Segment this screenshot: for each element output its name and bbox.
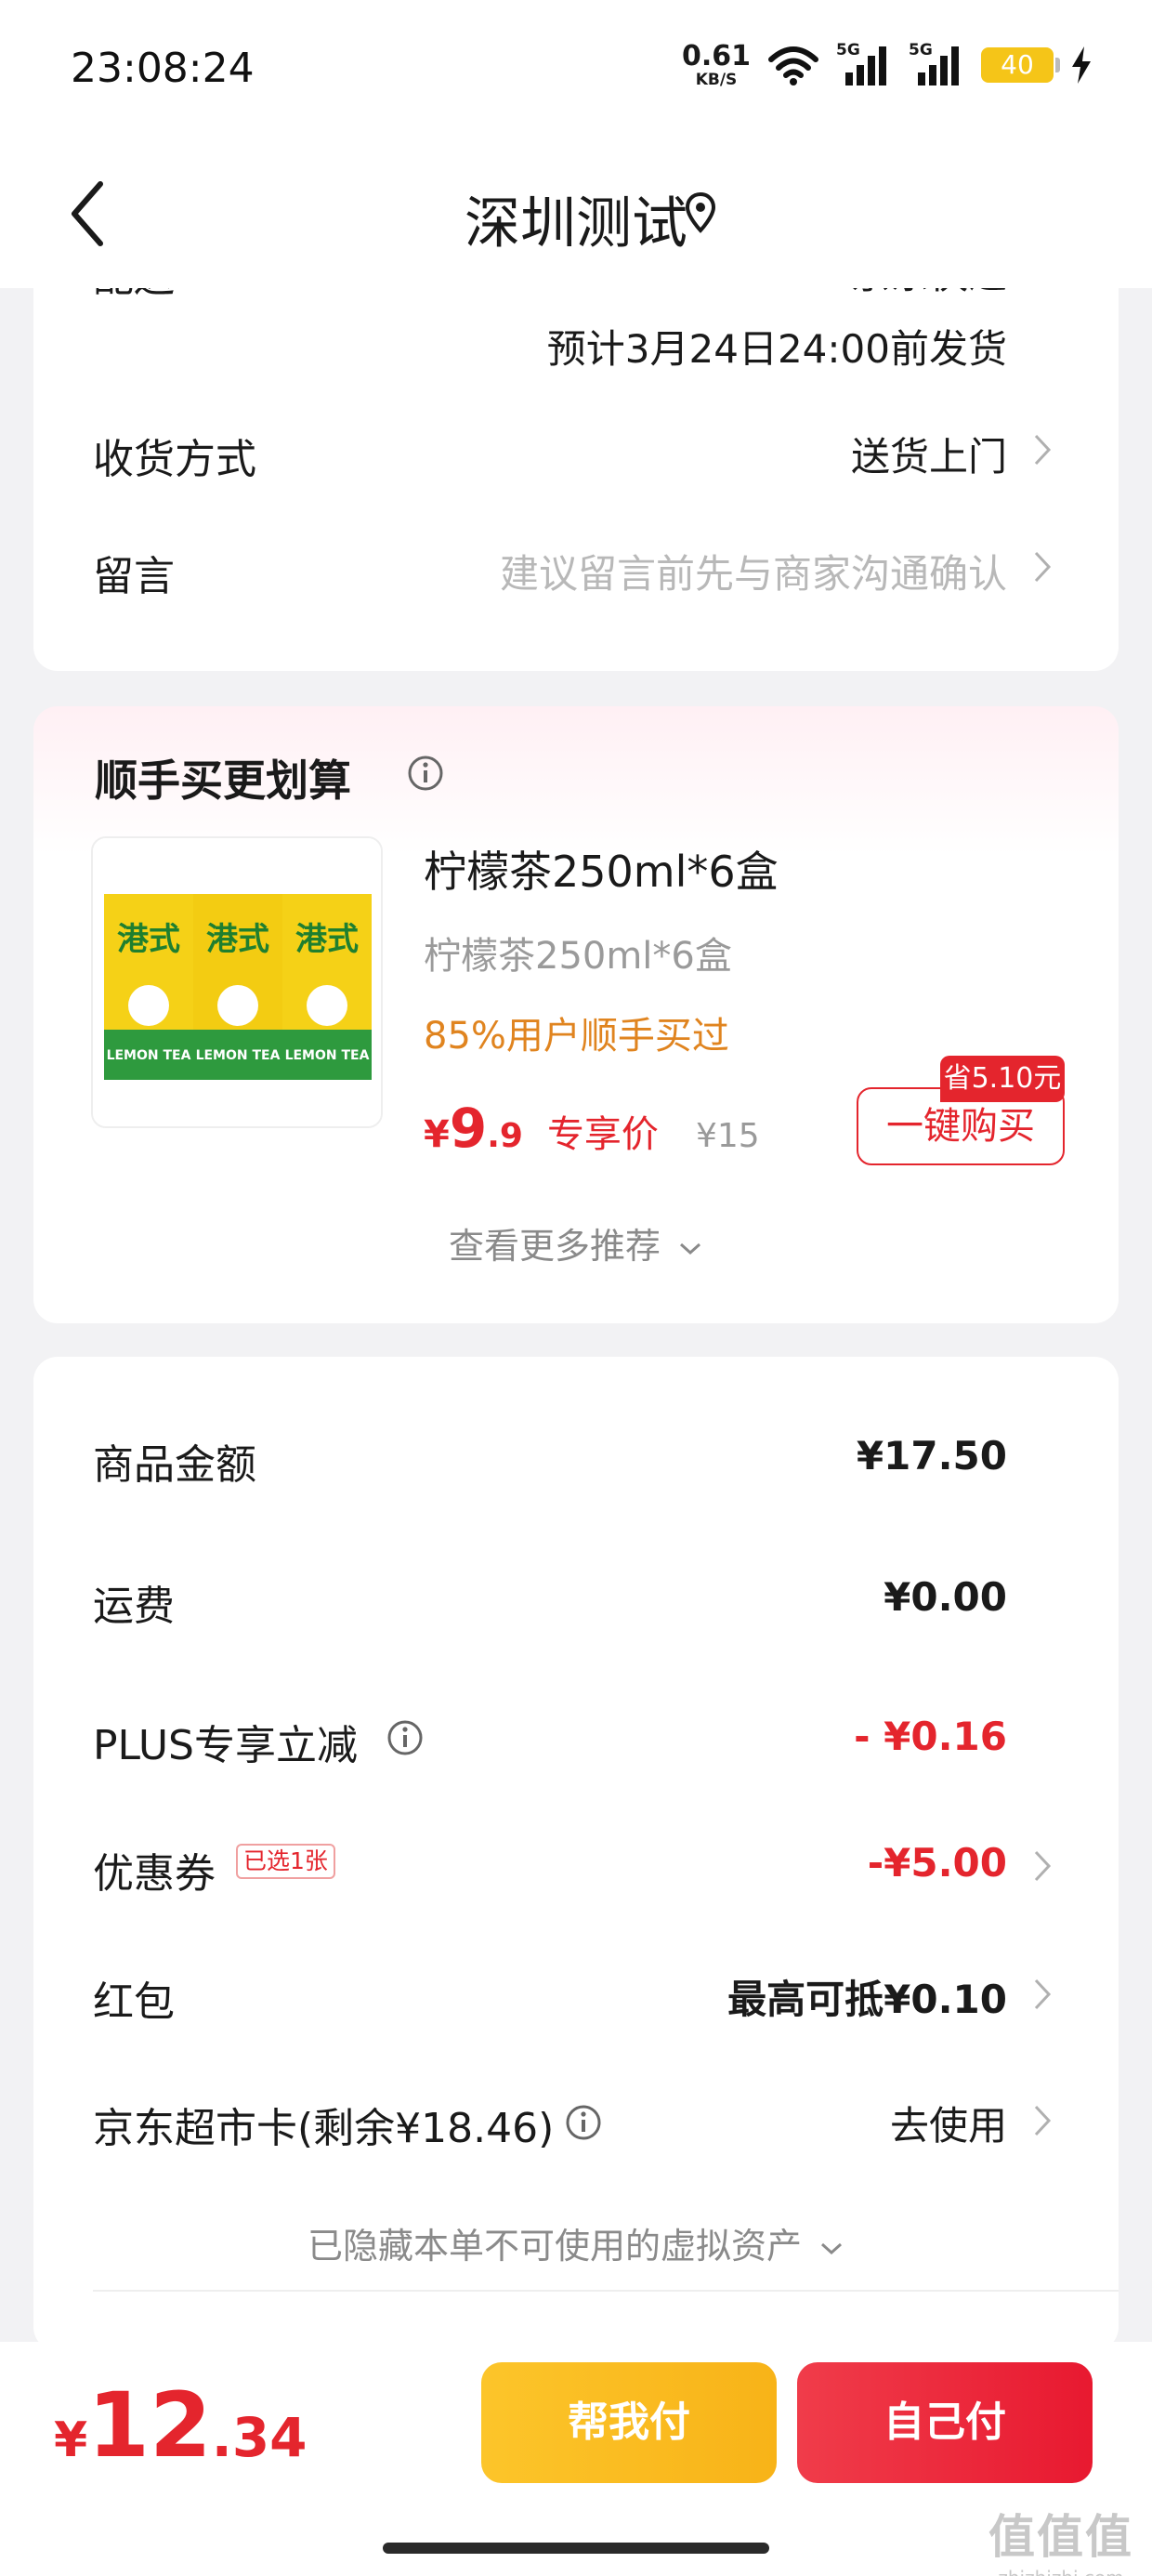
product-image[interactable]: 港式 港式 港式 LEMON TEA LEMON TEA LEMON TEA <box>91 836 383 1128</box>
watermark-url: zhizhizhi.com <box>988 2567 1133 2576</box>
recommend-title: 顺手买更划算 <box>95 756 351 806</box>
goods-amount-value: ¥17.50 <box>856 1433 1007 1479</box>
info-icon[interactable] <box>386 1719 424 1756</box>
info-icon[interactable] <box>565 2104 602 2141</box>
market-card-row[interactable]: 京东超市卡(剩余¥18.46) 去使用 <box>33 2085 1119 2156</box>
chevron-right-icon <box>1034 2105 1052 2136</box>
message-input[interactable]: 建议留言前先与商家沟通确认 <box>500 543 1007 599</box>
receive-method-row[interactable]: 收货方式 送货上门 <box>33 409 1119 493</box>
market-card-label: 京东超市卡(剩余¥18.46) <box>93 2105 555 2152</box>
total-price: ¥ 12 .34 <box>54 2373 308 2477</box>
coupon-value: -¥5.00 <box>867 1840 1007 1886</box>
hidden-assets-label: 已隐藏本单不可使用的虚拟资产 <box>307 2226 802 2267</box>
product-price: ¥ 9 .9 专享价 ¥15 <box>424 1097 760 1162</box>
svg-text:LEMON TEA: LEMON TEA <box>196 1048 281 1063</box>
home-indicator[interactable] <box>383 2543 769 2554</box>
goods-amount-label: 商品金额 <box>93 1441 256 1489</box>
redpacket-label: 红包 <box>93 1978 175 2026</box>
more-recommend-label: 查看更多推荐 <box>448 1226 661 1267</box>
wifi-icon <box>768 46 818 85</box>
chevron-down-icon <box>680 1242 701 1255</box>
plus-discount-row: PLUS专享立减 - ¥0.16 <box>33 1706 1119 1771</box>
more-recommend-link[interactable]: 查看更多推荐 <box>33 1217 1119 1268</box>
plus-discount-value: - ¥0.16 <box>854 1714 1007 1759</box>
total-decimal: .34 <box>211 2406 308 2469</box>
status-icons: 0.61 KB/S 5G 5G 40 <box>682 37 1093 93</box>
chevron-right-icon <box>1034 551 1052 583</box>
svg-text:港式: 港式 <box>206 921 269 958</box>
ship-estimate: 预计3月24日24:00前发货 <box>546 326 1007 372</box>
divider <box>93 2290 1119 2292</box>
svg-text:LEMON TEA: LEMON TEA <box>285 1048 370 1063</box>
market-card-value: 去使用 <box>889 2103 1007 2149</box>
signal-icon-1: 5G <box>836 41 892 87</box>
redpacket-value: 最高可抵¥0.10 <box>727 1977 1007 2022</box>
pay-myself-button[interactable]: 自己付 <box>797 2362 1093 2483</box>
goods-amount-row: 商品金额 ¥17.50 <box>33 1426 1119 1491</box>
save-badge: 省5.10元 <box>940 1056 1065 1102</box>
freight-row: 运费 ¥0.00 <box>33 1567 1119 1632</box>
receive-method-label: 收货方式 <box>93 436 256 483</box>
signal-icon-2: 5G <box>909 41 964 87</box>
net-speed: 0.61 KB/S <box>681 39 751 89</box>
status-bar: 23:08:24 0.61 KB/S 5G 5G 40 <box>0 0 1152 139</box>
help-me-pay-button[interactable]: 帮我付 <box>481 2362 777 2483</box>
plus-discount-label: PLUS专享立减 <box>93 1722 358 1769</box>
coupon-selected-badge: 已选1张 <box>236 1844 335 1879</box>
net-speed-unit: KB/S <box>695 70 738 89</box>
bottom-pay-bar: ¥ 12 .34 帮我付 自己付 值值值 zhizhizhi.com <box>0 2342 1152 2576</box>
total-integer: 12 <box>87 2373 212 2477</box>
nav-bar: 深圳测试 <box>0 139 1152 288</box>
chevron-right-icon <box>1034 1978 1052 2010</box>
bought-ratio: 85%用户顺手买过 <box>424 1015 729 1058</box>
product-name[interactable]: 柠檬茶250ml*6盒 <box>424 838 779 900</box>
product-spec: 柠檬茶250ml*6盒 <box>424 935 732 978</box>
price-decimal: .9 <box>487 1117 523 1155</box>
price-currency: ¥ <box>424 1113 450 1156</box>
svg-text:LEMON TEA: LEMON TEA <box>107 1048 191 1063</box>
status-time: 23:08:24 <box>71 45 255 92</box>
receive-method-value: 送货上门 <box>850 434 1007 480</box>
total-currency: ¥ <box>54 2412 88 2468</box>
message-row[interactable]: 留言 建议留言前先与商家沟通确认 <box>33 528 1119 611</box>
chevron-down-icon <box>821 2242 843 2254</box>
battery-icon: 40 <box>981 47 1060 83</box>
info-icon[interactable] <box>407 755 444 792</box>
page-title: 深圳测试 <box>465 191 687 256</box>
chevron-right-icon <box>1034 434 1052 466</box>
hidden-assets-toggle[interactable]: 已隐藏本单不可使用的虚拟资产 <box>33 2217 1119 2268</box>
original-price: ¥15 <box>695 1117 760 1155</box>
coupon-row[interactable]: 优惠券 -¥5.00 <box>33 1831 1119 1901</box>
net-speed-value: 0.61 <box>681 39 751 72</box>
delivery-card: 配送 京东快递 预计3月24日24:00前发货 收货方式 送货上门 留言 建议留… <box>33 252 1119 671</box>
recommend-card: 顺手买更划算 港式 港式 港式 LEMON TEA LEMON TEA LEMO… <box>33 706 1119 1323</box>
lemon-tea-pack-image: 港式 港式 港式 LEMON TEA LEMON TEA LEMON TEA <box>93 838 381 1126</box>
price-integer: 9 <box>449 1097 488 1160</box>
chevron-right-icon <box>1034 1850 1052 1882</box>
charging-icon <box>1072 46 1091 84</box>
price-tag: 专享价 <box>546 1113 659 1156</box>
coupon-label: 优惠券 <box>93 1850 216 1898</box>
redpacket-row[interactable]: 红包 最高可抵¥0.10 <box>33 1959 1119 2030</box>
svg-text:港式: 港式 <box>117 921 180 958</box>
watermark-logo: 值值值 <box>988 2510 1133 2564</box>
location-pin-icon[interactable] <box>684 191 717 234</box>
message-label: 留言 <box>93 553 175 600</box>
svg-text:港式: 港式 <box>295 921 359 958</box>
watermark: 值值值 zhizhizhi.com <box>988 2500 1133 2576</box>
freight-label: 运费 <box>93 1583 175 1630</box>
freight-value: ¥0.00 <box>884 1574 1007 1620</box>
summary-card: 商品金额 ¥17.50 运费 ¥0.00 PLUS专享立减 - ¥0.16 优惠… <box>33 1357 1119 2351</box>
